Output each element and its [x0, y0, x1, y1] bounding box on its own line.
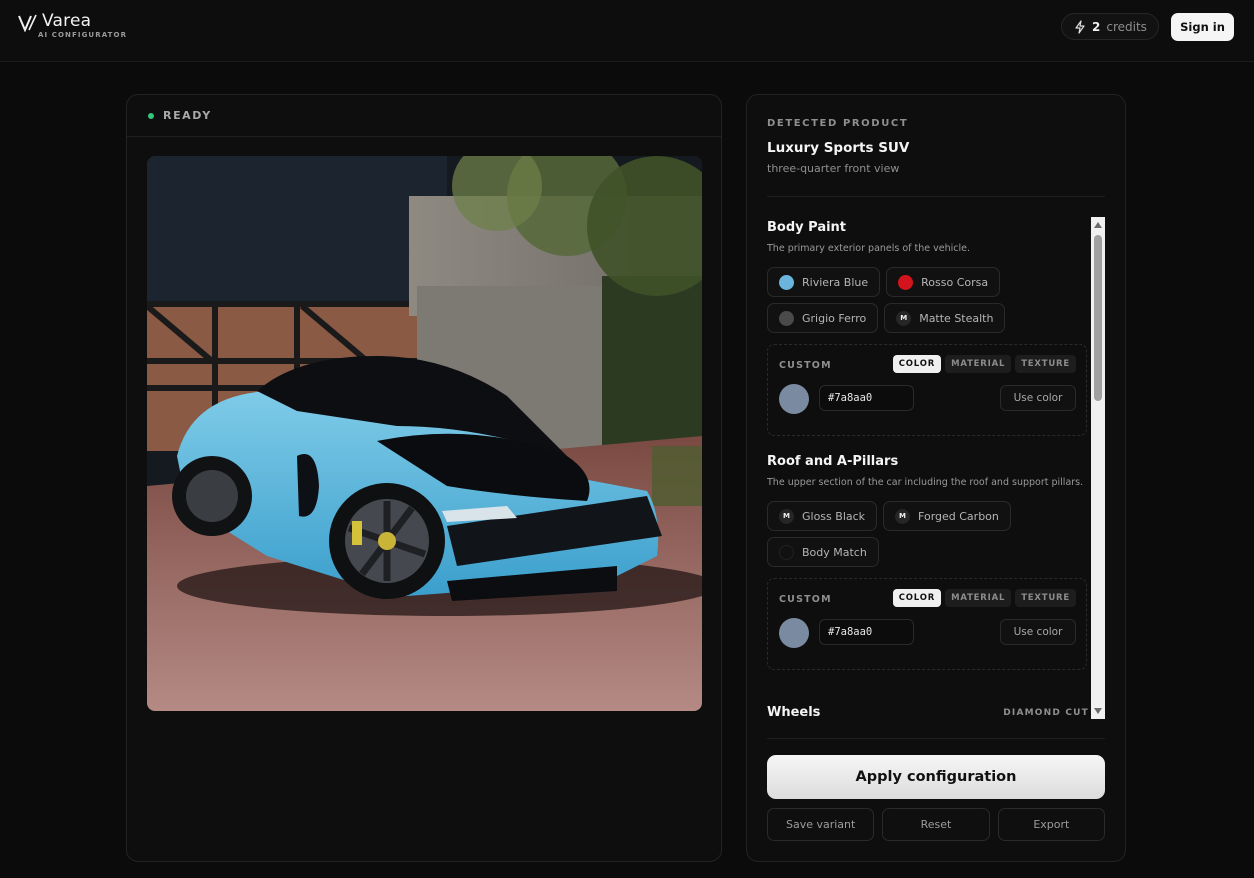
- option-label: Rosso Corsa: [921, 275, 989, 289]
- custom-color-swatch[interactable]: [779, 384, 809, 414]
- option-body-match[interactable]: Body Match: [767, 537, 879, 567]
- product-image[interactable]: [147, 156, 702, 711]
- tab-color[interactable]: COLOR: [892, 355, 942, 373]
- wheels-current-value: DIAMOND CUT: [1003, 707, 1089, 718]
- brand-logo[interactable]: Varea AI CONFIGURATOR: [18, 12, 127, 39]
- option-rosso-corsa[interactable]: Rosso Corsa: [886, 267, 1001, 297]
- custom-label: CUSTOM: [779, 594, 832, 605]
- brand-name: Varea: [42, 11, 92, 31]
- credits-count: 2: [1092, 19, 1101, 34]
- lightning-icon: [1075, 19, 1085, 34]
- option-label: Matte Stealth: [919, 311, 994, 325]
- section-description: The upper section of the car including t…: [767, 477, 1084, 488]
- detected-product-label: DETECTED PRODUCT: [767, 118, 909, 129]
- option-riviera-blue[interactable]: Riviera Blue: [767, 267, 881, 297]
- product-view: three-quarter front view: [767, 162, 900, 175]
- credits-label: credits: [1106, 19, 1147, 34]
- preview-header: READY: [127, 95, 721, 137]
- reset-button[interactable]: Reset: [882, 808, 990, 841]
- option-label: Forged Carbon: [918, 509, 999, 523]
- tab-material[interactable]: MATERIAL: [945, 589, 1012, 607]
- option-label: Riviera Blue: [802, 275, 869, 289]
- tab-material[interactable]: MATERIAL: [945, 355, 1012, 373]
- divider: [767, 738, 1105, 739]
- secondary-actions: Save variant Reset Export: [767, 808, 1105, 841]
- product-name: Luxury Sports SUV: [767, 140, 910, 156]
- section-title: Body Paint: [767, 220, 847, 235]
- custom-label: CUSTOM: [779, 360, 832, 371]
- custom-mode-tabs: COLOR MATERIAL TEXTURE: [892, 355, 1076, 373]
- status-text: READY: [163, 109, 212, 122]
- option-matte-stealth[interactable]: M Matte Stealth: [884, 303, 1006, 333]
- scrollbar[interactable]: [1091, 217, 1105, 719]
- divider: [767, 196, 1105, 197]
- material-icon: M: [779, 508, 794, 524]
- status-dot-icon: [148, 112, 154, 119]
- scroll-up-icon[interactable]: [1094, 222, 1102, 228]
- config-panel: DETECTED PRODUCT Luxury Sports SUV three…: [746, 94, 1126, 862]
- varea-logo-icon: [18, 14, 37, 32]
- tab-texture[interactable]: TEXTURE: [1015, 355, 1076, 373]
- swatch-rosso-corsa: [898, 274, 914, 290]
- section-title: Wheels: [767, 705, 821, 719]
- custom-mode-tabs: COLOR MATERIAL TEXTURE: [892, 589, 1076, 607]
- hex-color-input[interactable]: [819, 619, 914, 645]
- hex-color-input[interactable]: [819, 385, 914, 411]
- custom-color-swatch[interactable]: [779, 618, 809, 648]
- apply-configuration-button[interactable]: Apply configuration: [767, 755, 1105, 799]
- custom-color-box: CUSTOM COLOR MATERIAL TEXTURE Use color: [767, 578, 1087, 670]
- save-variant-button[interactable]: Save variant: [767, 808, 875, 841]
- material-icon: M: [896, 310, 912, 326]
- options-scroll-area[interactable]: Body Paint The primary exterior panels o…: [767, 217, 1089, 719]
- top-bar: Varea AI CONFIGURATOR 2 credits Sign in: [0, 0, 1254, 62]
- credits-badge[interactable]: 2 credits: [1061, 13, 1159, 40]
- option-label: Gloss Black: [802, 509, 866, 523]
- use-color-button[interactable]: Use color: [1000, 385, 1076, 411]
- section-roof-pillars: Roof and A-Pillars The upper section of …: [767, 454, 1089, 670]
- tab-texture[interactable]: TEXTURE: [1015, 589, 1076, 607]
- tab-color[interactable]: COLOR: [892, 589, 942, 607]
- custom-color-box: CUSTOM COLOR MATERIAL TEXTURE Use color: [767, 344, 1087, 436]
- section-body-paint: Body Paint The primary exterior panels o…: [767, 220, 1089, 436]
- preview-panel: READY: [126, 94, 722, 862]
- material-options: M Gloss Black M Forged Carbon Body Match: [767, 501, 1089, 567]
- scrollbar-thumb[interactable]: [1094, 235, 1102, 401]
- swatch-grigio-ferro: [779, 310, 794, 326]
- swatch-body-match: [779, 544, 794, 560]
- section-wheels[interactable]: Wheels DIAMOND CUT: [767, 705, 1089, 719]
- export-button[interactable]: Export: [997, 808, 1105, 841]
- option-label: Grigio Ferro: [802, 311, 867, 325]
- material-icon: M: [895, 508, 911, 524]
- option-forged-carbon[interactable]: M Forged Carbon: [883, 501, 1011, 531]
- swatch-riviera-blue: [779, 274, 794, 290]
- use-color-button[interactable]: Use color: [1000, 619, 1076, 645]
- section-description: The primary exterior panels of the vehic…: [767, 243, 971, 254]
- option-gloss-black[interactable]: M Gloss Black: [767, 501, 878, 531]
- section-title: Roof and A-Pillars: [767, 454, 899, 469]
- scroll-down-icon[interactable]: [1094, 708, 1102, 714]
- car-render-image: [147, 156, 702, 711]
- option-grigio-ferro[interactable]: Grigio Ferro: [767, 303, 879, 333]
- sign-in-button[interactable]: Sign in: [1171, 13, 1234, 41]
- color-options: Riviera Blue Rosso Corsa Grigio Ferro M …: [767, 267, 1089, 333]
- option-label: Body Match: [802, 545, 867, 559]
- brand-subtitle: AI CONFIGURATOR: [38, 31, 128, 39]
